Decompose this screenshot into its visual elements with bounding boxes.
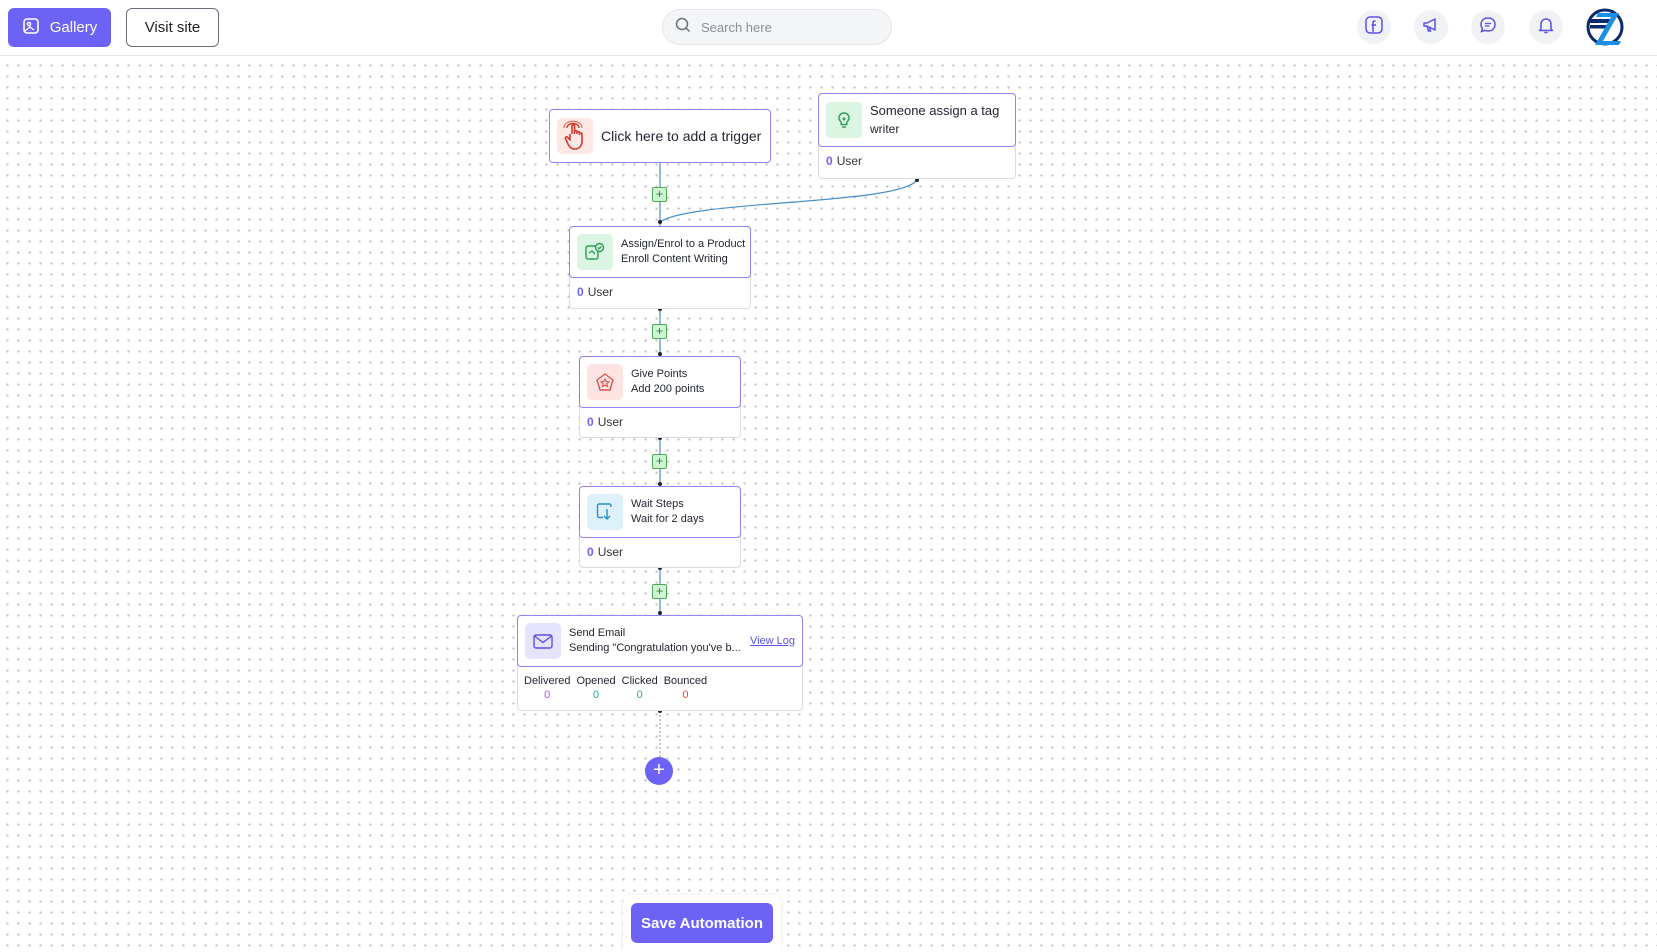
user-count-label: User: [836, 154, 863, 168]
gallery-button[interactable]: Gallery: [8, 8, 111, 47]
user-count-label: User: [597, 415, 624, 429]
user-count-value: 0: [577, 285, 584, 299]
save-bar: Save Automation: [623, 895, 781, 952]
add-trigger-node[interactable]: Click here to add a trigger: [549, 109, 771, 163]
stat-label: Bounced: [663, 675, 708, 687]
wait-user-count: 0 User: [580, 538, 740, 566]
view-log-link[interactable]: View Log: [750, 635, 795, 647]
brand-logo[interactable]: [1585, 7, 1625, 47]
assign-product-node[interactable]: Assign/Enrol to a Product Enroll Content…: [569, 226, 751, 309]
points-badge-icon: [587, 364, 623, 400]
product-assign-icon: [577, 234, 613, 270]
user-count-label: User: [587, 285, 614, 299]
wait-steps-header[interactable]: Wait Steps Wait for 2 days: [579, 486, 741, 538]
give-points-title: Give Points: [631, 368, 688, 380]
envelope-icon: [525, 623, 561, 659]
user-count-value: 0: [826, 154, 833, 168]
top-bar: Gallery Visit site: [0, 0, 1657, 56]
add-new-step-button[interactable]: +: [645, 757, 673, 785]
give-points-header[interactable]: Give Points Add 200 points: [579, 356, 741, 408]
facebook-button[interactable]: [1357, 10, 1391, 44]
send-email-node[interactable]: Send Email Sending "Congratulation you'v…: [517, 615, 803, 711]
add-step-button[interactable]: +: [652, 454, 667, 469]
user-count-value: 0: [587, 545, 594, 559]
messages-button[interactable]: [1471, 10, 1505, 44]
facebook-icon: [1364, 15, 1384, 40]
lightbulb-icon: [826, 102, 862, 138]
visit-site-label: Visit site: [144, 19, 201, 36]
send-email-title: Send Email: [569, 627, 626, 639]
send-email-subtitle: Sending "Congratulation you've b...: [569, 642, 741, 654]
user-count-label: User: [597, 545, 624, 559]
stat-label: Clicked: [621, 675, 658, 687]
send-email-header[interactable]: Send Email Sending "Congratulation you'v…: [517, 615, 803, 667]
tag-trigger-node[interactable]: Someone assign a tag writer 0 User: [818, 93, 1016, 179]
stat-bounced: Bounced 0: [664, 675, 707, 701]
stat-value: 0: [682, 689, 689, 701]
gallery-label: Gallery: [49, 19, 98, 36]
tag-trigger-user-count: 0 User: [819, 147, 1015, 175]
wait-steps-node[interactable]: Wait Steps Wait for 2 days 0 User: [579, 486, 741, 568]
visit-site-button[interactable]: Visit site: [126, 8, 219, 47]
email-stats: Delivered 0 Opened 0 Clicked 0 Bounced 0: [518, 667, 802, 701]
search-icon: [675, 17, 691, 38]
stat-label: Opened: [576, 675, 616, 687]
user-count-value: 0: [587, 415, 594, 429]
add-step-button[interactable]: +: [652, 324, 667, 339]
assign-product-title: Assign/Enrol to a Product: [621, 238, 746, 250]
stat-delivered: Delivered 0: [524, 675, 570, 701]
assign-user-count: 0 User: [570, 278, 750, 306]
tag-trigger-title: Someone assign a tag: [870, 103, 1000, 118]
stat-value: 0: [544, 689, 551, 701]
points-user-count: 0 User: [580, 408, 740, 436]
assign-product-header[interactable]: Assign/Enrol to a Product Enroll Content…: [569, 226, 751, 278]
wait-steps-subtitle: Wait for 2 days: [631, 513, 704, 525]
bell-icon: [1536, 15, 1556, 40]
search-input[interactable]: [701, 19, 881, 35]
give-points-subtitle: Add 200 points: [631, 383, 705, 395]
stat-value: 0: [636, 689, 643, 701]
stat-label: Delivered: [524, 675, 571, 687]
assign-product-subtitle: Enroll Content Writing: [621, 253, 728, 265]
megaphone-icon: [1421, 15, 1441, 40]
chat-icon: [1478, 15, 1498, 40]
trigger-label: Click here to add a trigger: [601, 128, 762, 144]
notifications-button[interactable]: [1529, 10, 1563, 44]
stat-clicked: Clicked 0: [622, 675, 658, 701]
add-step-button[interactable]: +: [652, 584, 667, 599]
wait-steps-title: Wait Steps: [631, 498, 684, 510]
search-bar[interactable]: [662, 9, 892, 45]
save-automation-button[interactable]: Save Automation: [631, 903, 773, 943]
give-points-node[interactable]: Give Points Add 200 points 0 User: [579, 356, 741, 438]
hand-pointer-icon: [557, 118, 593, 154]
tag-trigger-header[interactable]: Someone assign a tag writer: [818, 93, 1016, 147]
add-step-button[interactable]: +: [652, 187, 667, 202]
gallery-icon: [22, 17, 40, 39]
wait-icon: [587, 494, 623, 530]
stat-value: 0: [592, 689, 600, 701]
stat-opened: Opened 0: [576, 675, 615, 701]
tag-trigger-subtitle: writer: [870, 122, 900, 136]
announcements-button[interactable]: [1414, 10, 1448, 44]
